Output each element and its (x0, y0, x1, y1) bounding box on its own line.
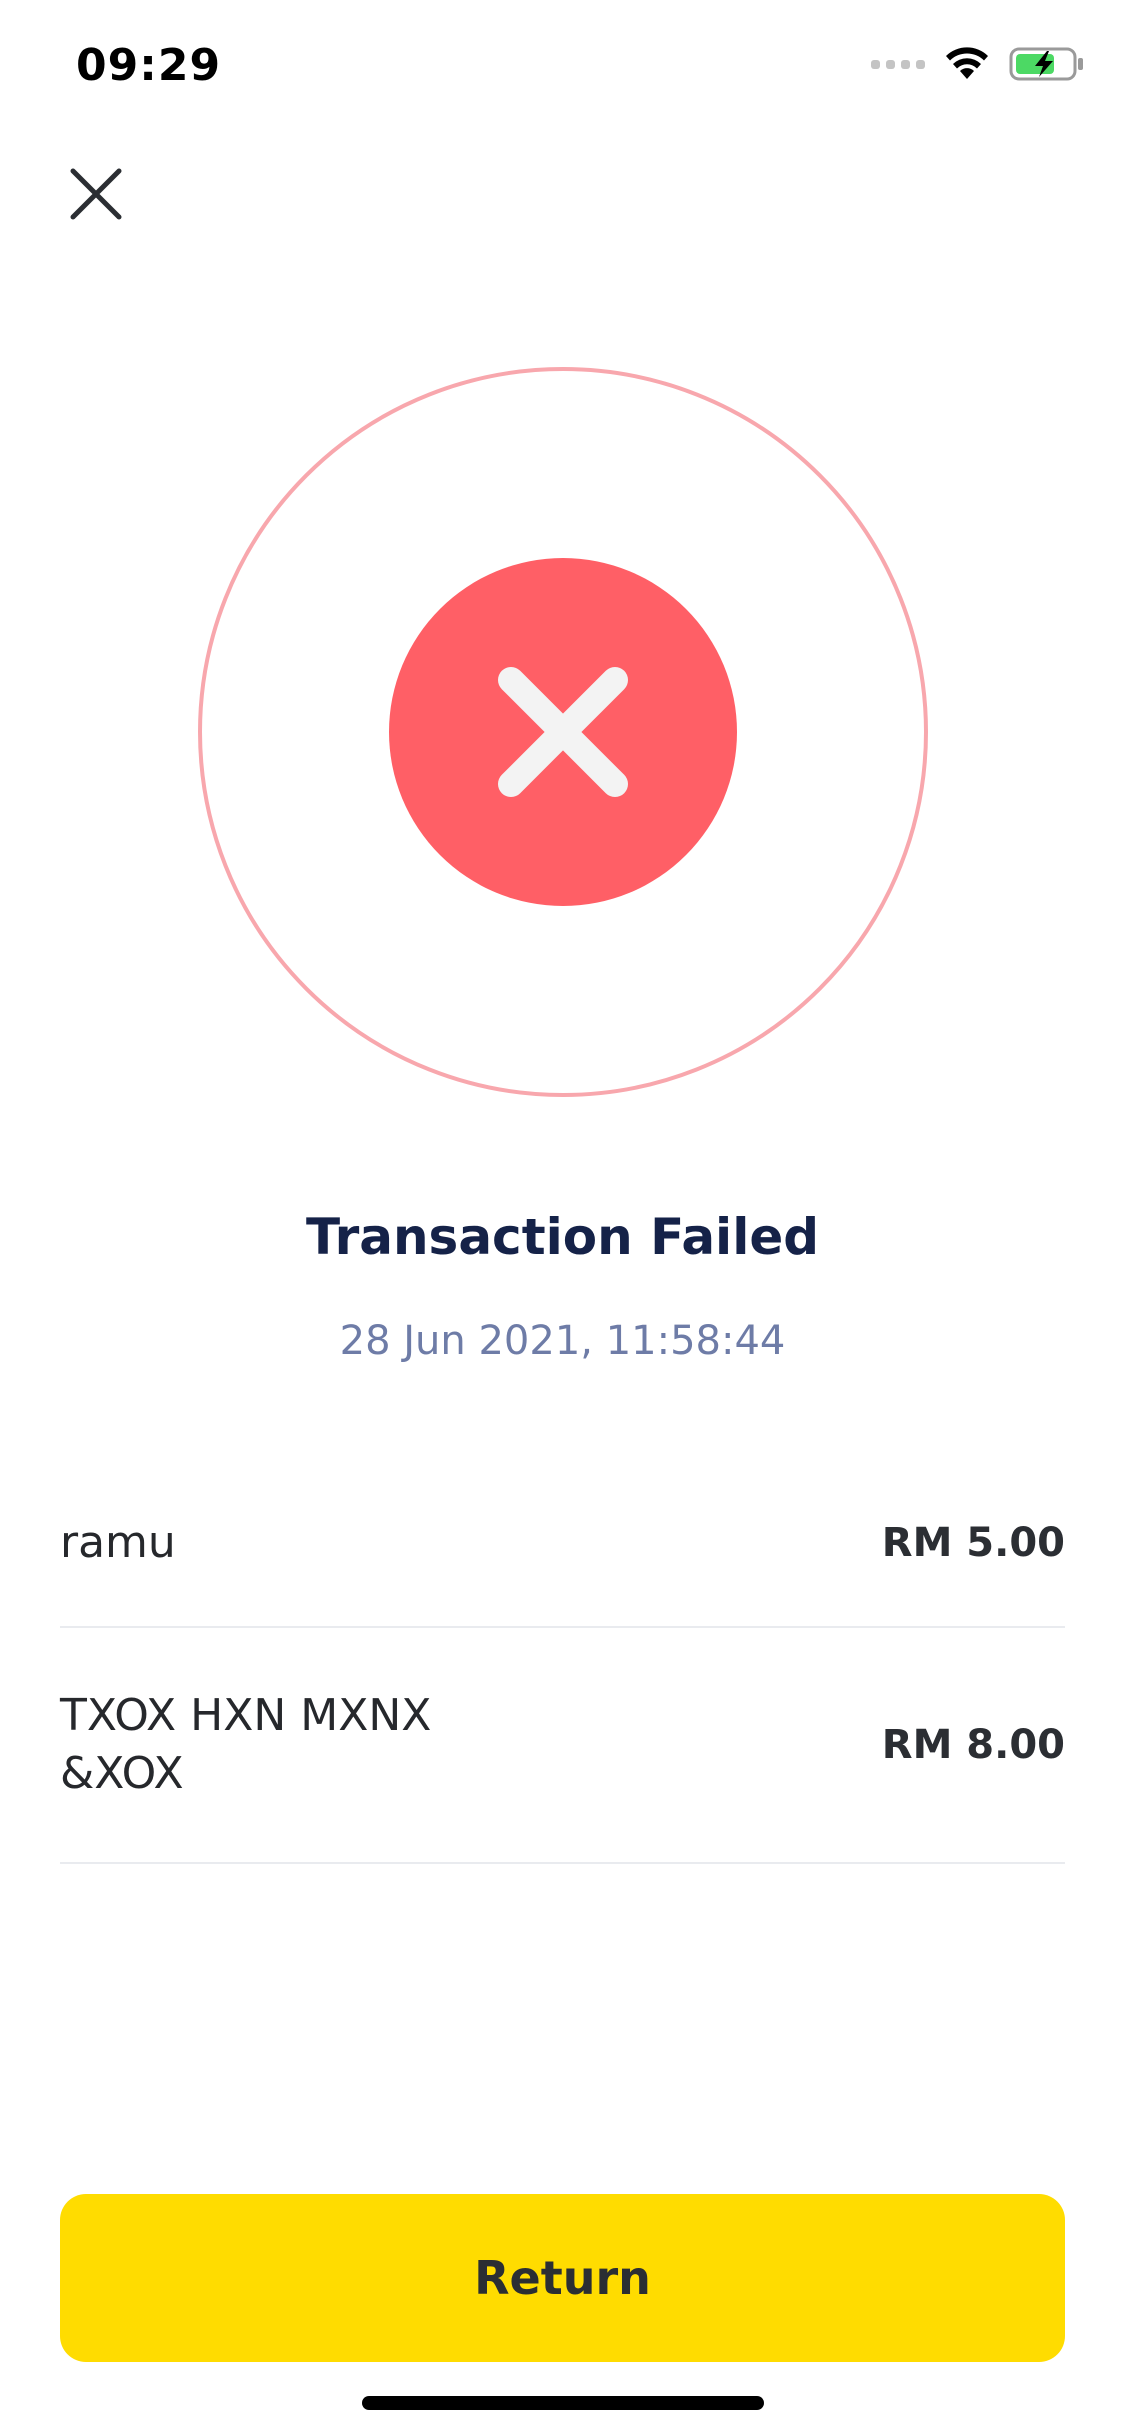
transaction-timestamp: 28 Jun 2021, 11:58:44 (339, 1318, 786, 1364)
transaction-result-screen: 09:29 Transaction Failed 28 Jun 2021, 11… (0, 0, 1125, 2436)
close-button[interactable] (62, 160, 130, 228)
home-indicator (362, 2396, 764, 2410)
status-icons (871, 46, 1085, 82)
signal-dots-icon (871, 59, 925, 69)
page-title: Transaction Failed (305, 1208, 820, 1266)
return-button[interactable]: Return (60, 2194, 1065, 2362)
list-item: ramu RM 5.00 (60, 1460, 1065, 1628)
list-item: TXOX HXN MXNX &XOX RM 8.00 (60, 1628, 1065, 1864)
close-icon (70, 168, 122, 220)
item-price: RM 8.00 (881, 1722, 1065, 1768)
status-time: 09:29 (76, 40, 222, 91)
wifi-icon (946, 47, 988, 79)
x-icon (498, 667, 628, 797)
item-name: TXOX HXN MXNX &XOX (60, 1690, 432, 1799)
transaction-items-list: ramu RM 5.00 TXOX HXN MXNX &XOX RM 8.00 (60, 1460, 1065, 1864)
item-price: RM 5.00 (881, 1520, 1065, 1566)
failed-status-badge (389, 558, 737, 906)
item-name: ramu (60, 1517, 176, 1568)
status-bar: 09:29 (0, 0, 1125, 140)
battery-charging-icon (1009, 47, 1083, 81)
